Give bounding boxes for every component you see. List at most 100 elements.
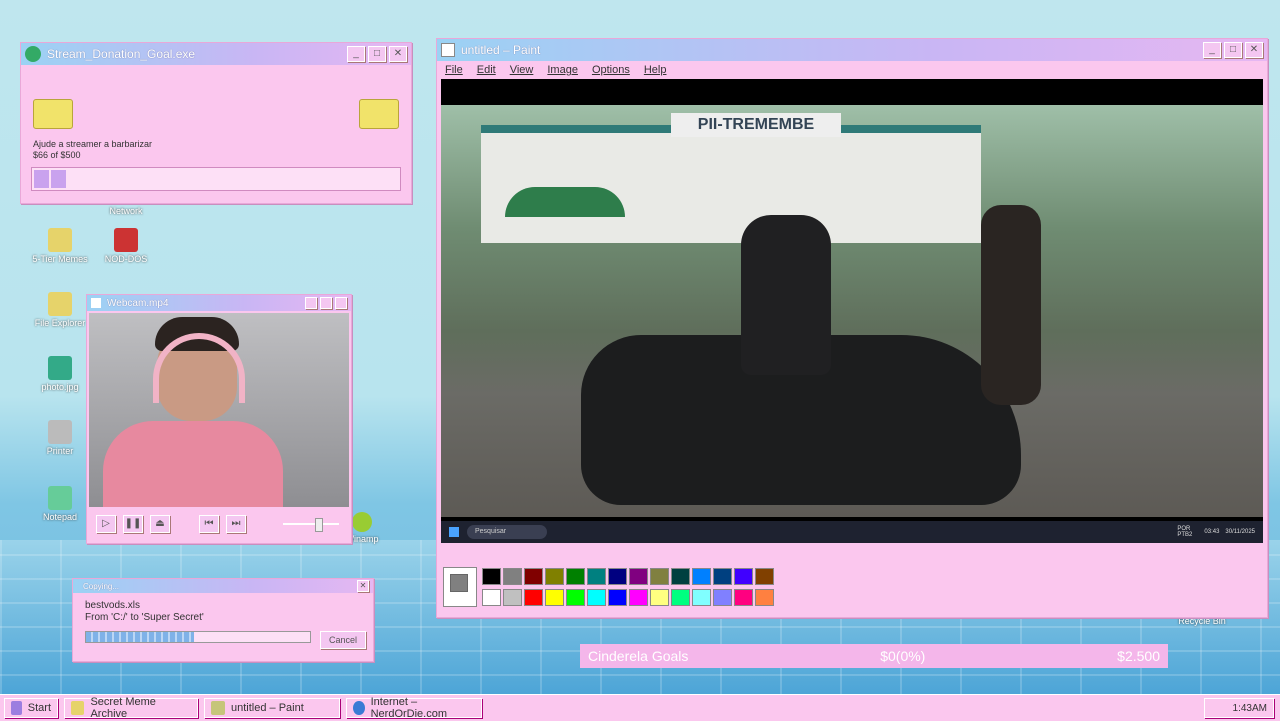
palette-swatch[interactable] xyxy=(524,568,543,585)
maximize-button[interactable] xyxy=(320,297,332,309)
menu-options[interactable]: Options xyxy=(592,64,630,76)
slider-handle[interactable] xyxy=(315,518,323,532)
palette-swatch[interactable] xyxy=(650,589,669,606)
palette-swatch[interactable] xyxy=(503,568,522,585)
palette-swatch[interactable] xyxy=(671,589,690,606)
palette-swatch[interactable] xyxy=(755,589,774,606)
title-bar[interactable]: Stream_Donation_Goal.exe _ □ ✕ xyxy=(21,43,411,65)
desktop-icon-notepad[interactable]: Notepad xyxy=(28,486,92,522)
palette-swatch[interactable] xyxy=(587,589,606,606)
palette-swatch[interactable] xyxy=(545,568,564,585)
cancel-button[interactable]: Cancel xyxy=(320,631,366,649)
desktop-icon-explorer[interactable]: File Explorer xyxy=(28,292,92,328)
previous-icon[interactable]: ⏮ xyxy=(199,515,219,533)
palette-swatch[interactable] xyxy=(734,568,753,585)
title-bar[interactable]: Webcam.mp4 xyxy=(87,295,351,311)
pause-icon[interactable]: ❚❚ xyxy=(123,515,143,533)
title-bar[interactable]: untitled – Paint _ □ ✕ xyxy=(437,39,1267,61)
paint-window[interactable]: untitled – Paint _ □ ✕ File Edit View Im… xyxy=(436,38,1268,618)
paint-canvas[interactable]: PII-TREMEMBE Pesquisar POR PTB2 03:43 30… xyxy=(441,79,1263,543)
palette-swatch[interactable] xyxy=(566,589,585,606)
palette-swatch[interactable] xyxy=(503,589,522,606)
close-button[interactable]: ✕ xyxy=(1245,42,1263,58)
title-bar[interactable]: Copying... ✕ xyxy=(73,579,373,593)
menu-help[interactable]: Help xyxy=(644,64,667,76)
next-icon[interactable]: ⏭ xyxy=(226,515,246,533)
palette-swatch[interactable] xyxy=(524,589,543,606)
palette-swatch[interactable] xyxy=(692,568,711,585)
menu-edit[interactable]: Edit xyxy=(477,64,496,76)
folder-icon xyxy=(71,701,85,715)
current-color-box[interactable] xyxy=(443,567,477,607)
webcam-video xyxy=(89,313,349,507)
palette-swatch[interactable] xyxy=(713,568,732,585)
image-icon xyxy=(48,356,72,380)
palette-swatch[interactable] xyxy=(482,589,501,606)
maximize-button[interactable]: □ xyxy=(1224,42,1242,58)
scene-person xyxy=(981,205,1041,405)
palette-swatch[interactable] xyxy=(629,568,648,585)
color-palette xyxy=(482,568,774,606)
taskbar-item-internet[interactable]: Internet – NerdOrDie.com xyxy=(346,696,482,720)
embedded-lang: POR PTB2 xyxy=(1177,526,1193,538)
taskbar-item-memes[interactable]: Secret Meme Archive xyxy=(64,696,198,720)
minimize-button[interactable]: _ xyxy=(347,46,365,62)
maximize-button[interactable]: □ xyxy=(368,46,386,62)
windows-logo-icon xyxy=(449,527,459,537)
scene-rider xyxy=(741,215,831,375)
desktop-icon-photo[interactable]: photo.jpg xyxy=(28,356,92,392)
start-button[interactable]: Start xyxy=(4,698,58,718)
close-button[interactable] xyxy=(335,297,347,309)
embedded-date: 30/11/2025 xyxy=(1225,529,1255,535)
goal-target: $2.500 xyxy=(1117,648,1160,664)
menu-view[interactable]: View xyxy=(510,64,534,76)
palette-swatch[interactable] xyxy=(692,589,711,606)
donation-window[interactable]: Stream_Donation_Goal.exe _ □ ✕ Ajude a s… xyxy=(20,42,412,204)
palette-swatch[interactable] xyxy=(587,568,606,585)
close-button[interactable]: ✕ xyxy=(389,46,407,62)
minimize-button[interactable] xyxy=(305,297,317,309)
desktop-icon-label: File Explorer xyxy=(34,318,86,328)
scene-sign: PII-TREMEMBE xyxy=(671,113,841,137)
palette-swatch[interactable] xyxy=(671,568,690,585)
taskbar-item-label: untitled – Paint xyxy=(231,702,304,714)
palette-swatch[interactable] xyxy=(755,568,774,585)
scene-umbrella xyxy=(505,187,625,217)
palette-swatch[interactable] xyxy=(545,589,564,606)
donation-amount: $66 of $500 xyxy=(33,150,81,160)
notepad-icon xyxy=(48,486,72,510)
minimize-button[interactable]: _ xyxy=(1203,42,1221,58)
desktop-icon-label: Printer xyxy=(46,446,74,456)
close-button[interactable]: ✕ xyxy=(357,580,369,592)
window-title: untitled – Paint xyxy=(461,43,541,57)
desktop-icon-nod[interactable]: NOD-DOS xyxy=(94,228,158,264)
webcam-window[interactable]: Webcam.mp4 ▷ ❚❚ ⏏ ⏮ ⏭ xyxy=(86,294,352,544)
internet-icon xyxy=(353,701,365,715)
menu-image[interactable]: Image xyxy=(547,64,578,76)
taskbar-item-paint[interactable]: untitled – Paint xyxy=(204,698,340,718)
streamer-shirt xyxy=(103,421,283,507)
play-icon[interactable]: ▷ xyxy=(96,515,116,533)
copy-filename: bestvods.xls xyxy=(85,600,141,611)
palette-swatch[interactable] xyxy=(713,589,732,606)
eject-icon[interactable]: ⏏ xyxy=(150,515,170,533)
palette-swatch[interactable] xyxy=(629,589,648,606)
palette-swatch[interactable] xyxy=(482,568,501,585)
desktop-icon-printer[interactable]: Printer xyxy=(28,420,92,456)
palette-swatch[interactable] xyxy=(608,568,627,585)
desktop-icon-memes[interactable]: 5-Tier Memes xyxy=(28,228,92,264)
palette-swatch[interactable] xyxy=(650,568,669,585)
system-tray[interactable]: 1:43AM xyxy=(1204,698,1274,718)
desktop-icon-label: Network xyxy=(109,206,143,216)
donation-text: Ajude a streamer a barbarizar xyxy=(33,139,153,149)
palette-swatch[interactable] xyxy=(734,589,753,606)
copy-path: From 'C:/' to 'Super Secret' xyxy=(85,612,204,623)
copying-dialog[interactable]: Copying... ✕ bestvods.xls From 'C:/' to … xyxy=(72,578,374,662)
palette-swatch[interactable] xyxy=(608,589,627,606)
start-label: Start xyxy=(27,702,51,714)
volume-slider[interactable] xyxy=(283,518,339,532)
menu-bar: File Edit View Image Options Help xyxy=(437,61,1267,79)
palette-swatch[interactable] xyxy=(566,568,585,585)
folder-icon xyxy=(33,99,73,129)
menu-file[interactable]: File xyxy=(445,64,463,76)
